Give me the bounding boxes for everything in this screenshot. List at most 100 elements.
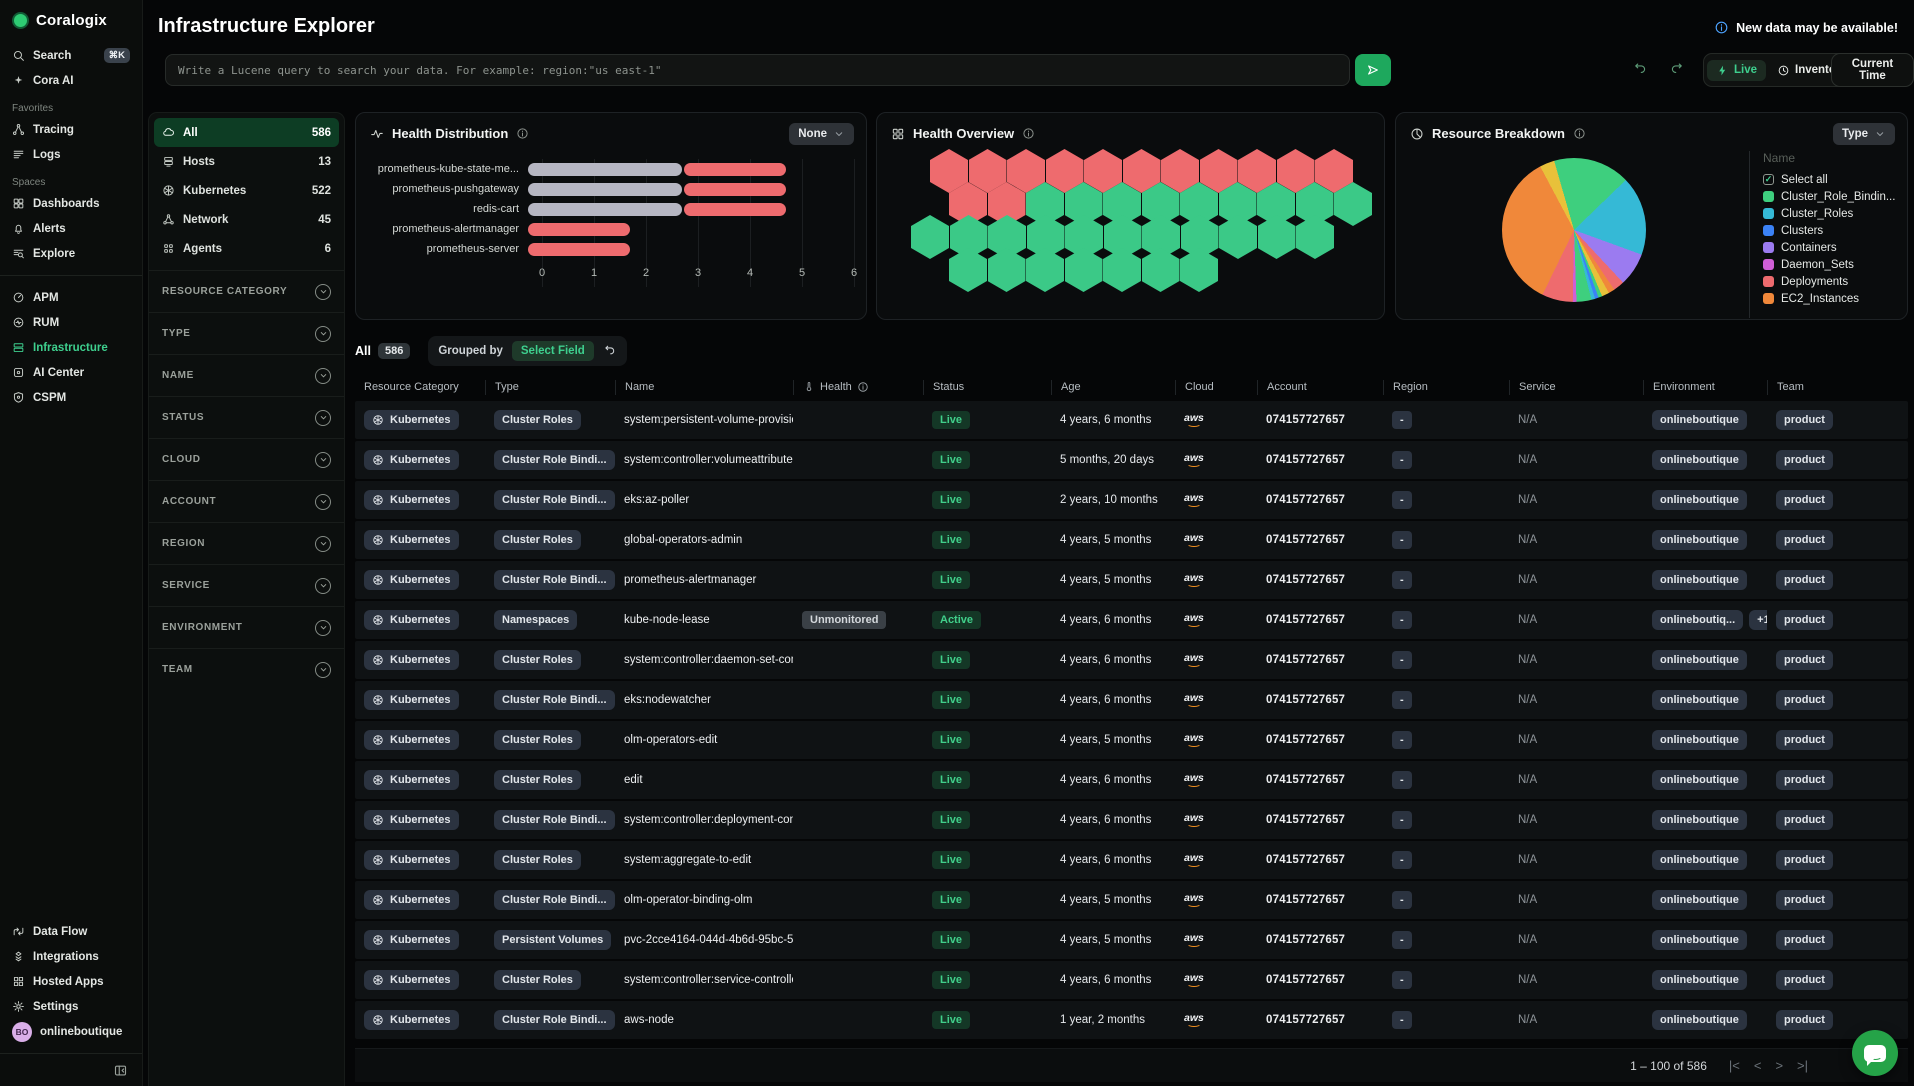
column-header-region[interactable]: Region bbox=[1383, 380, 1509, 395]
live-mode-tab[interactable]: Live bbox=[1707, 60, 1766, 81]
resource-breakdown-pie[interactable] bbox=[1502, 158, 1646, 302]
table-row[interactable]: KubernetesCluster Role Bindi...aws-nodeL… bbox=[355, 1001, 1908, 1039]
reset-grouping-button[interactable] bbox=[603, 343, 617, 360]
filter-section-account[interactable]: ACCOUNT bbox=[149, 480, 344, 522]
type-tag[interactable]: Cluster Role Bindi... bbox=[494, 490, 615, 510]
filter-section-environment[interactable]: ENVIRONMENT bbox=[149, 606, 344, 648]
resource-name[interactable]: global-operators-admin bbox=[624, 534, 742, 546]
table-row[interactable]: KubernetesCluster Role Bindi...prometheu… bbox=[355, 561, 1908, 599]
environment-tag[interactable]: onlineboutique bbox=[1652, 490, 1747, 510]
type-tag[interactable]: Cluster Roles bbox=[494, 530, 581, 550]
filter-section-service[interactable]: SERVICE bbox=[149, 564, 344, 606]
environment-tag[interactable]: onlineboutiq... bbox=[1652, 610, 1743, 630]
expand-filter-icon[interactable] bbox=[315, 368, 331, 384]
new-data-notice[interactable]: New data may be available! bbox=[1714, 20, 1898, 35]
environment-tag[interactable]: onlineboutique bbox=[1652, 450, 1747, 470]
expand-filter-icon[interactable] bbox=[315, 620, 331, 636]
column-header-type[interactable]: Type bbox=[485, 380, 615, 395]
resource-name[interactable]: pvc-2cce4164-044d-4b6d-95bc-53 bbox=[624, 934, 793, 946]
sidebar-item-infrastructure[interactable]: Infrastructure bbox=[10, 335, 132, 360]
category-tag[interactable]: Kubernetes bbox=[364, 610, 459, 630]
resource-name[interactable]: system:persistent-volume-provision bbox=[624, 414, 793, 426]
category-tag[interactable]: Kubernetes bbox=[364, 1010, 459, 1030]
environment-tag[interactable]: onlineboutique bbox=[1652, 730, 1747, 750]
team-tag[interactable]: product bbox=[1776, 610, 1833, 630]
bar-segment-unknown[interactable] bbox=[528, 163, 682, 176]
resource-name[interactable]: aws-node bbox=[624, 1014, 674, 1026]
bar-segment-unhealthy[interactable] bbox=[528, 243, 630, 256]
resource-name[interactable]: system:controller:deployment-contr bbox=[624, 814, 793, 826]
chat-widget-button[interactable] bbox=[1852, 1030, 1898, 1076]
category-tag[interactable]: Kubernetes bbox=[364, 650, 459, 670]
run-query-button[interactable] bbox=[1355, 54, 1391, 86]
all-tab[interactable]: All 586 bbox=[355, 343, 410, 359]
team-tag[interactable]: product bbox=[1776, 410, 1833, 430]
legend-item[interactable]: Daemon_Sets bbox=[1763, 256, 1899, 273]
category-tag[interactable]: Kubernetes bbox=[364, 890, 459, 910]
info-icon[interactable] bbox=[1022, 127, 1035, 140]
info-icon[interactable] bbox=[516, 127, 529, 140]
health-distribution-groupby-dropdown[interactable]: None bbox=[789, 123, 854, 145]
hex-healthy[interactable] bbox=[949, 248, 987, 292]
quick-filter-kubernetes[interactable]: Kubernetes522 bbox=[154, 176, 339, 205]
bar-segment-unhealthy[interactable] bbox=[684, 203, 786, 216]
category-tag[interactable]: Kubernetes bbox=[364, 490, 459, 510]
environment-tag[interactable]: onlineboutique bbox=[1652, 930, 1747, 950]
sidebar-item-cspm[interactable]: CSPM bbox=[10, 385, 132, 410]
legend-item[interactable]: Deployments bbox=[1763, 273, 1899, 290]
team-tag[interactable]: product bbox=[1776, 850, 1833, 870]
prev-page-button[interactable]: < bbox=[1754, 1058, 1762, 1073]
type-tag[interactable]: Cluster Roles bbox=[494, 730, 581, 750]
expand-filter-icon[interactable] bbox=[315, 494, 331, 510]
sidebar-item-apm[interactable]: APM bbox=[10, 285, 132, 310]
column-header-health[interactable]: Health bbox=[793, 380, 923, 395]
hex-healthy[interactable] bbox=[1142, 248, 1180, 292]
team-tag[interactable]: product bbox=[1776, 450, 1833, 470]
type-tag[interactable]: Cluster Roles bbox=[494, 970, 581, 990]
hex-healthy[interactable] bbox=[1180, 248, 1218, 292]
category-tag[interactable]: Kubernetes bbox=[364, 730, 459, 750]
environment-more-tag[interactable]: +1 bbox=[1749, 610, 1767, 630]
expand-filter-icon[interactable] bbox=[315, 326, 331, 342]
expand-filter-icon[interactable] bbox=[315, 284, 331, 300]
table-row[interactable]: KubernetesCluster RoleseditLive4 years, … bbox=[355, 761, 1908, 799]
current-time-button[interactable]: Current Time bbox=[1831, 53, 1914, 87]
category-tag[interactable]: Kubernetes bbox=[364, 530, 459, 550]
environment-tag[interactable]: onlineboutique bbox=[1652, 690, 1747, 710]
expand-filter-icon[interactable] bbox=[315, 662, 331, 678]
resource-name[interactable]: system:controller:daemon-set-contr bbox=[624, 654, 793, 666]
category-tag[interactable]: Kubernetes bbox=[364, 810, 459, 830]
brand-logo[interactable]: Coralogix bbox=[12, 12, 132, 29]
table-row[interactable]: KubernetesCluster Rolesolm-operators-edi… bbox=[355, 721, 1908, 759]
sidebar-item-rum[interactable]: RUM bbox=[10, 310, 132, 335]
type-tag[interactable]: Namespaces bbox=[494, 610, 577, 630]
column-header-team[interactable]: Team bbox=[1767, 380, 1908, 395]
hex-healthy[interactable] bbox=[1103, 248, 1141, 292]
collapse-sidebar-icon[interactable] bbox=[113, 1063, 128, 1078]
column-header-status[interactable]: Status bbox=[923, 380, 1051, 395]
sidebar-item-integrations[interactable]: Integrations bbox=[10, 944, 132, 969]
select-all-checkbox[interactable]: ✓ bbox=[1763, 174, 1774, 185]
table-row[interactable]: KubernetesCluster Role Bindi...olm-opera… bbox=[355, 881, 1908, 919]
table-row[interactable]: Kubernetes Cluster Roles global-operators-… bbox=[355, 521, 1908, 559]
hex-healthy[interactable] bbox=[1026, 248, 1064, 292]
sidebar-item-settings[interactable]: Settings bbox=[10, 994, 132, 1019]
category-tag[interactable]: Kubernetes bbox=[364, 970, 459, 990]
environment-tag[interactable]: onlineboutique bbox=[1652, 810, 1747, 830]
hex-healthy[interactable] bbox=[1065, 248, 1103, 292]
environment-tag[interactable]: onlineboutique bbox=[1652, 770, 1747, 790]
filter-section-resource-category[interactable]: RESOURCE CATEGORY bbox=[149, 270, 344, 312]
resource-name[interactable]: edit bbox=[624, 774, 643, 786]
column-header-age[interactable]: Age bbox=[1051, 380, 1175, 395]
undo-button[interactable] bbox=[1633, 60, 1648, 78]
environment-tag[interactable]: onlineboutique bbox=[1652, 1010, 1747, 1030]
category-tag[interactable]: Kubernetes bbox=[364, 690, 459, 710]
sidebar-item-tracing[interactable]: Tracing bbox=[10, 117, 132, 142]
table-row[interactable]: KubernetesCluster Role Bindi...eks:az-po… bbox=[355, 481, 1908, 519]
quick-filter-hosts[interactable]: Hosts13 bbox=[154, 147, 339, 176]
sidebar-item-alerts[interactable]: Alerts bbox=[10, 216, 132, 241]
table-row[interactable]: KubernetesPersistent Volumespvc-2cce4164… bbox=[355, 921, 1908, 959]
table-row[interactable]: KubernetesCluster Role Bindi...system:co… bbox=[355, 441, 1908, 479]
category-tag[interactable]: Kubernetes bbox=[364, 770, 459, 790]
filter-section-status[interactable]: STATUS bbox=[149, 396, 344, 438]
